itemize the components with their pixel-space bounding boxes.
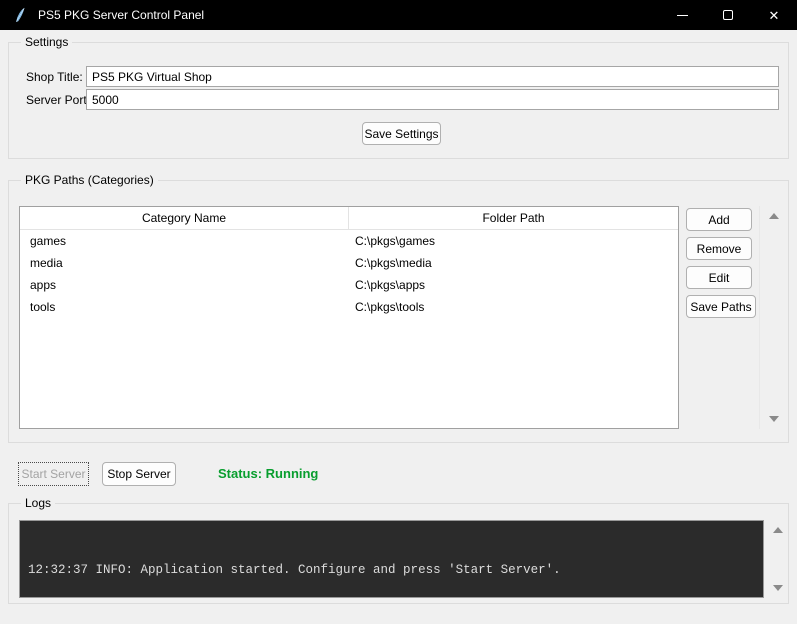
categories-table[interactable]: Category Name Folder Path games C:\pkgs\… xyxy=(19,206,679,429)
shop-title-input[interactable] xyxy=(86,66,779,87)
logs-scrollbar[interactable] xyxy=(764,520,788,598)
close-button[interactable]: ✕ xyxy=(751,0,797,30)
table-row[interactable]: apps C:\pkgs\apps xyxy=(20,274,678,296)
log-line: 12:32:37 INFO: Application started. Conf… xyxy=(28,561,755,579)
shop-title-label: Shop Title: xyxy=(26,70,83,84)
server-port-label: Server Port: xyxy=(26,93,90,107)
category-cell: tools xyxy=(20,300,349,314)
minimize-button[interactable] xyxy=(659,0,705,30)
minimize-icon xyxy=(677,15,688,16)
pkg-paths-group: PKG Paths (Categories) Category Name Fol… xyxy=(8,180,789,443)
logs-group: Logs 12:32:37 INFO: Application started.… xyxy=(8,503,789,604)
save-paths-button[interactable]: Save Paths xyxy=(686,295,756,318)
window-title: PS5 PKG Server Control Panel xyxy=(38,8,204,22)
titlebar: PS5 PKG Server Control Panel ✕ xyxy=(0,0,797,30)
maximize-button[interactable] xyxy=(705,0,751,30)
stop-server-button[interactable]: Stop Server xyxy=(102,462,176,486)
category-cell: apps xyxy=(20,278,349,292)
scroll-up-icon[interactable] xyxy=(773,527,783,533)
pkg-paths-legend: PKG Paths (Categories) xyxy=(21,173,158,188)
path-cell: C:\pkgs\tools xyxy=(349,300,678,314)
maximize-icon xyxy=(723,10,733,20)
table-row[interactable]: tools C:\pkgs\tools xyxy=(20,296,678,318)
close-icon: ✕ xyxy=(769,9,780,22)
table-row[interactable]: media C:\pkgs\media xyxy=(20,252,678,274)
settings-group: Settings Shop Title: Server Port: Save S… xyxy=(8,42,789,159)
column-header-category-name[interactable]: Category Name xyxy=(20,207,349,229)
category-cell: games xyxy=(20,234,349,248)
remove-button[interactable]: Remove xyxy=(686,237,752,260)
status-label: Status: Running xyxy=(218,466,318,481)
path-cell: C:\pkgs\games xyxy=(349,234,678,248)
path-cell: C:\pkgs\apps xyxy=(349,278,678,292)
scroll-down-icon[interactable] xyxy=(773,585,783,591)
path-cell: C:\pkgs\media xyxy=(349,256,678,270)
tk-feather-icon xyxy=(12,7,28,23)
log-console[interactable]: 12:32:37 INFO: Application started. Conf… xyxy=(19,520,764,598)
table-scrollbar[interactable] xyxy=(759,206,787,429)
logs-legend: Logs xyxy=(21,496,55,511)
category-cell: media xyxy=(20,256,349,270)
server-port-input[interactable] xyxy=(86,89,779,110)
settings-legend: Settings xyxy=(21,35,72,50)
column-header-folder-path[interactable]: Folder Path xyxy=(349,207,678,229)
save-settings-button[interactable]: Save Settings xyxy=(362,122,441,145)
table-header-row: Category Name Folder Path xyxy=(20,207,678,230)
table-row[interactable]: games C:\pkgs\games xyxy=(20,230,678,252)
scroll-up-icon[interactable] xyxy=(769,213,779,219)
add-button[interactable]: Add xyxy=(686,208,752,231)
edit-button[interactable]: Edit xyxy=(686,266,752,289)
window-controls: ✕ xyxy=(659,0,797,30)
start-server-button[interactable]: Start Server xyxy=(18,462,89,486)
app-window: PS5 PKG Server Control Panel ✕ Settings … xyxy=(0,0,797,624)
scroll-down-icon[interactable] xyxy=(769,416,779,422)
